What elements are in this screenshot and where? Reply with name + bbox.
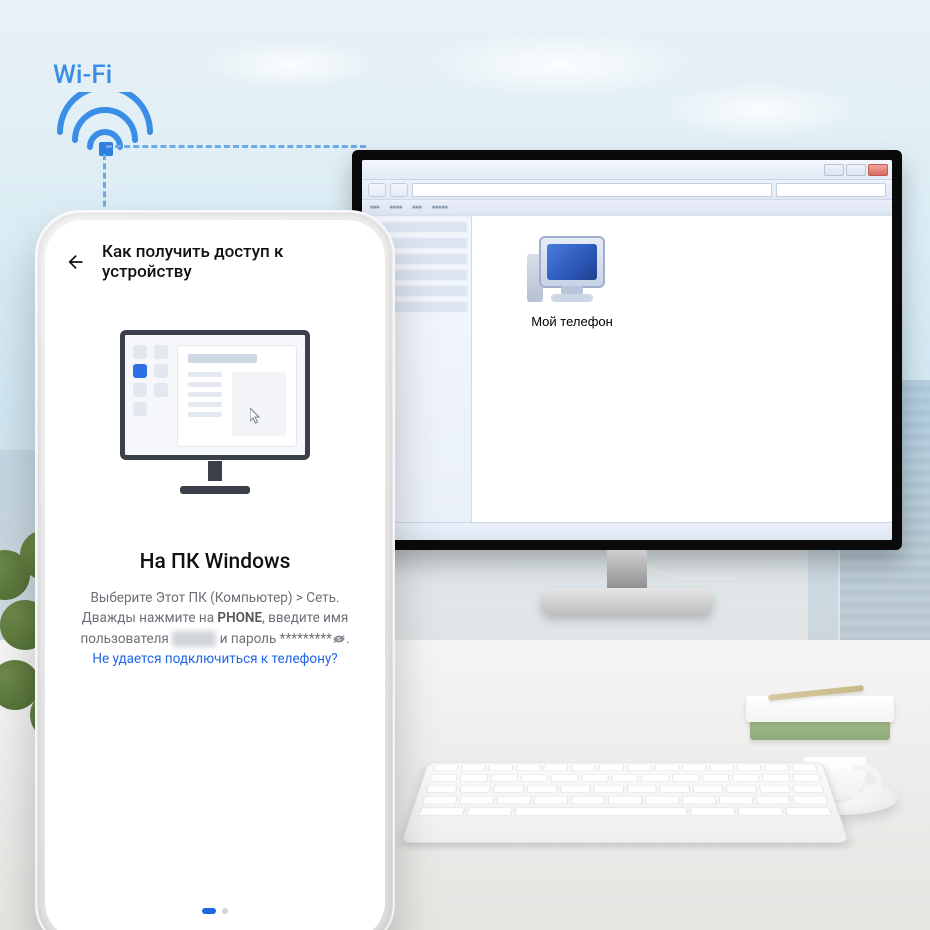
explorer-toolbar bbox=[362, 180, 892, 200]
computer-icon bbox=[529, 236, 615, 308]
blurred-username: xxxxxx bbox=[172, 631, 216, 647]
back-arrow-icon[interactable] bbox=[65, 251, 86, 273]
cursor-icon bbox=[250, 408, 262, 424]
monitor-stand bbox=[542, 550, 712, 614]
explorer-content: Мой телефон bbox=[472, 216, 892, 522]
instruction-heading: На ПК Windows bbox=[71, 550, 359, 574]
wifi-label: Wi-Fi bbox=[53, 60, 112, 90]
instruction-illustration bbox=[100, 320, 330, 500]
page-dot-active[interactable] bbox=[202, 908, 216, 914]
file-explorer-window: ▪▪▪▪▪▪▪▪▪▪▪▪▪▪▪ bbox=[362, 160, 892, 540]
monitor-screen: ▪▪▪▪▪▪▪▪▪▪▪▪▪▪▪ bbox=[362, 160, 892, 540]
visibility-off-icon[interactable] bbox=[332, 634, 346, 644]
window-titlebar bbox=[362, 160, 892, 180]
cloud bbox=[200, 40, 380, 90]
monitor-bezel: ▪▪▪▪▪▪▪▪▪▪▪▪▪▪▪ bbox=[352, 150, 902, 550]
desktop-monitor: ▪▪▪▪▪▪▪▪▪▪▪▪▪▪▪ bbox=[352, 150, 902, 550]
address-bar[interactable] bbox=[412, 183, 772, 197]
scene-root: Wi-Fi bbox=[0, 0, 930, 930]
connection-line bbox=[106, 145, 366, 148]
phone-page-title: Как получить доступ к устройству bbox=[102, 242, 365, 282]
explorer-menubar: ▪▪▪▪▪▪▪▪▪▪▪▪▪▪▪ bbox=[362, 200, 892, 216]
phone-screen: Как получить доступ к устройству bbox=[45, 220, 385, 930]
nav-forward-button[interactable] bbox=[390, 183, 408, 197]
instruction-body: На ПК Windows Выберите Этот ПК (Компьюте… bbox=[45, 510, 385, 669]
maximize-button[interactable] bbox=[846, 164, 866, 176]
masked-password: ********* bbox=[280, 631, 332, 647]
search-input[interactable] bbox=[776, 183, 886, 197]
minimize-button[interactable] bbox=[824, 164, 844, 176]
page-dot[interactable] bbox=[222, 908, 228, 914]
books-decor bbox=[750, 670, 890, 740]
nav-back-button[interactable] bbox=[368, 183, 386, 197]
cloud bbox=[650, 80, 870, 140]
network-device-item[interactable]: Мой телефон bbox=[512, 236, 632, 329]
close-button[interactable] bbox=[868, 164, 888, 176]
explorer-statusbar bbox=[362, 522, 892, 540]
network-device-label: Мой телефон bbox=[512, 314, 632, 329]
phone-header: Как получить доступ к устройству bbox=[45, 220, 385, 290]
instruction-text: Выберите Этот ПК (Компьютер) > Сеть. Два… bbox=[71, 588, 359, 669]
help-link[interactable]: Не удается подключиться к телефону? bbox=[92, 651, 337, 667]
keyboard-decor bbox=[401, 762, 850, 843]
page-indicator bbox=[45, 908, 385, 914]
smartphone: Как получить доступ к устройству bbox=[35, 210, 395, 930]
